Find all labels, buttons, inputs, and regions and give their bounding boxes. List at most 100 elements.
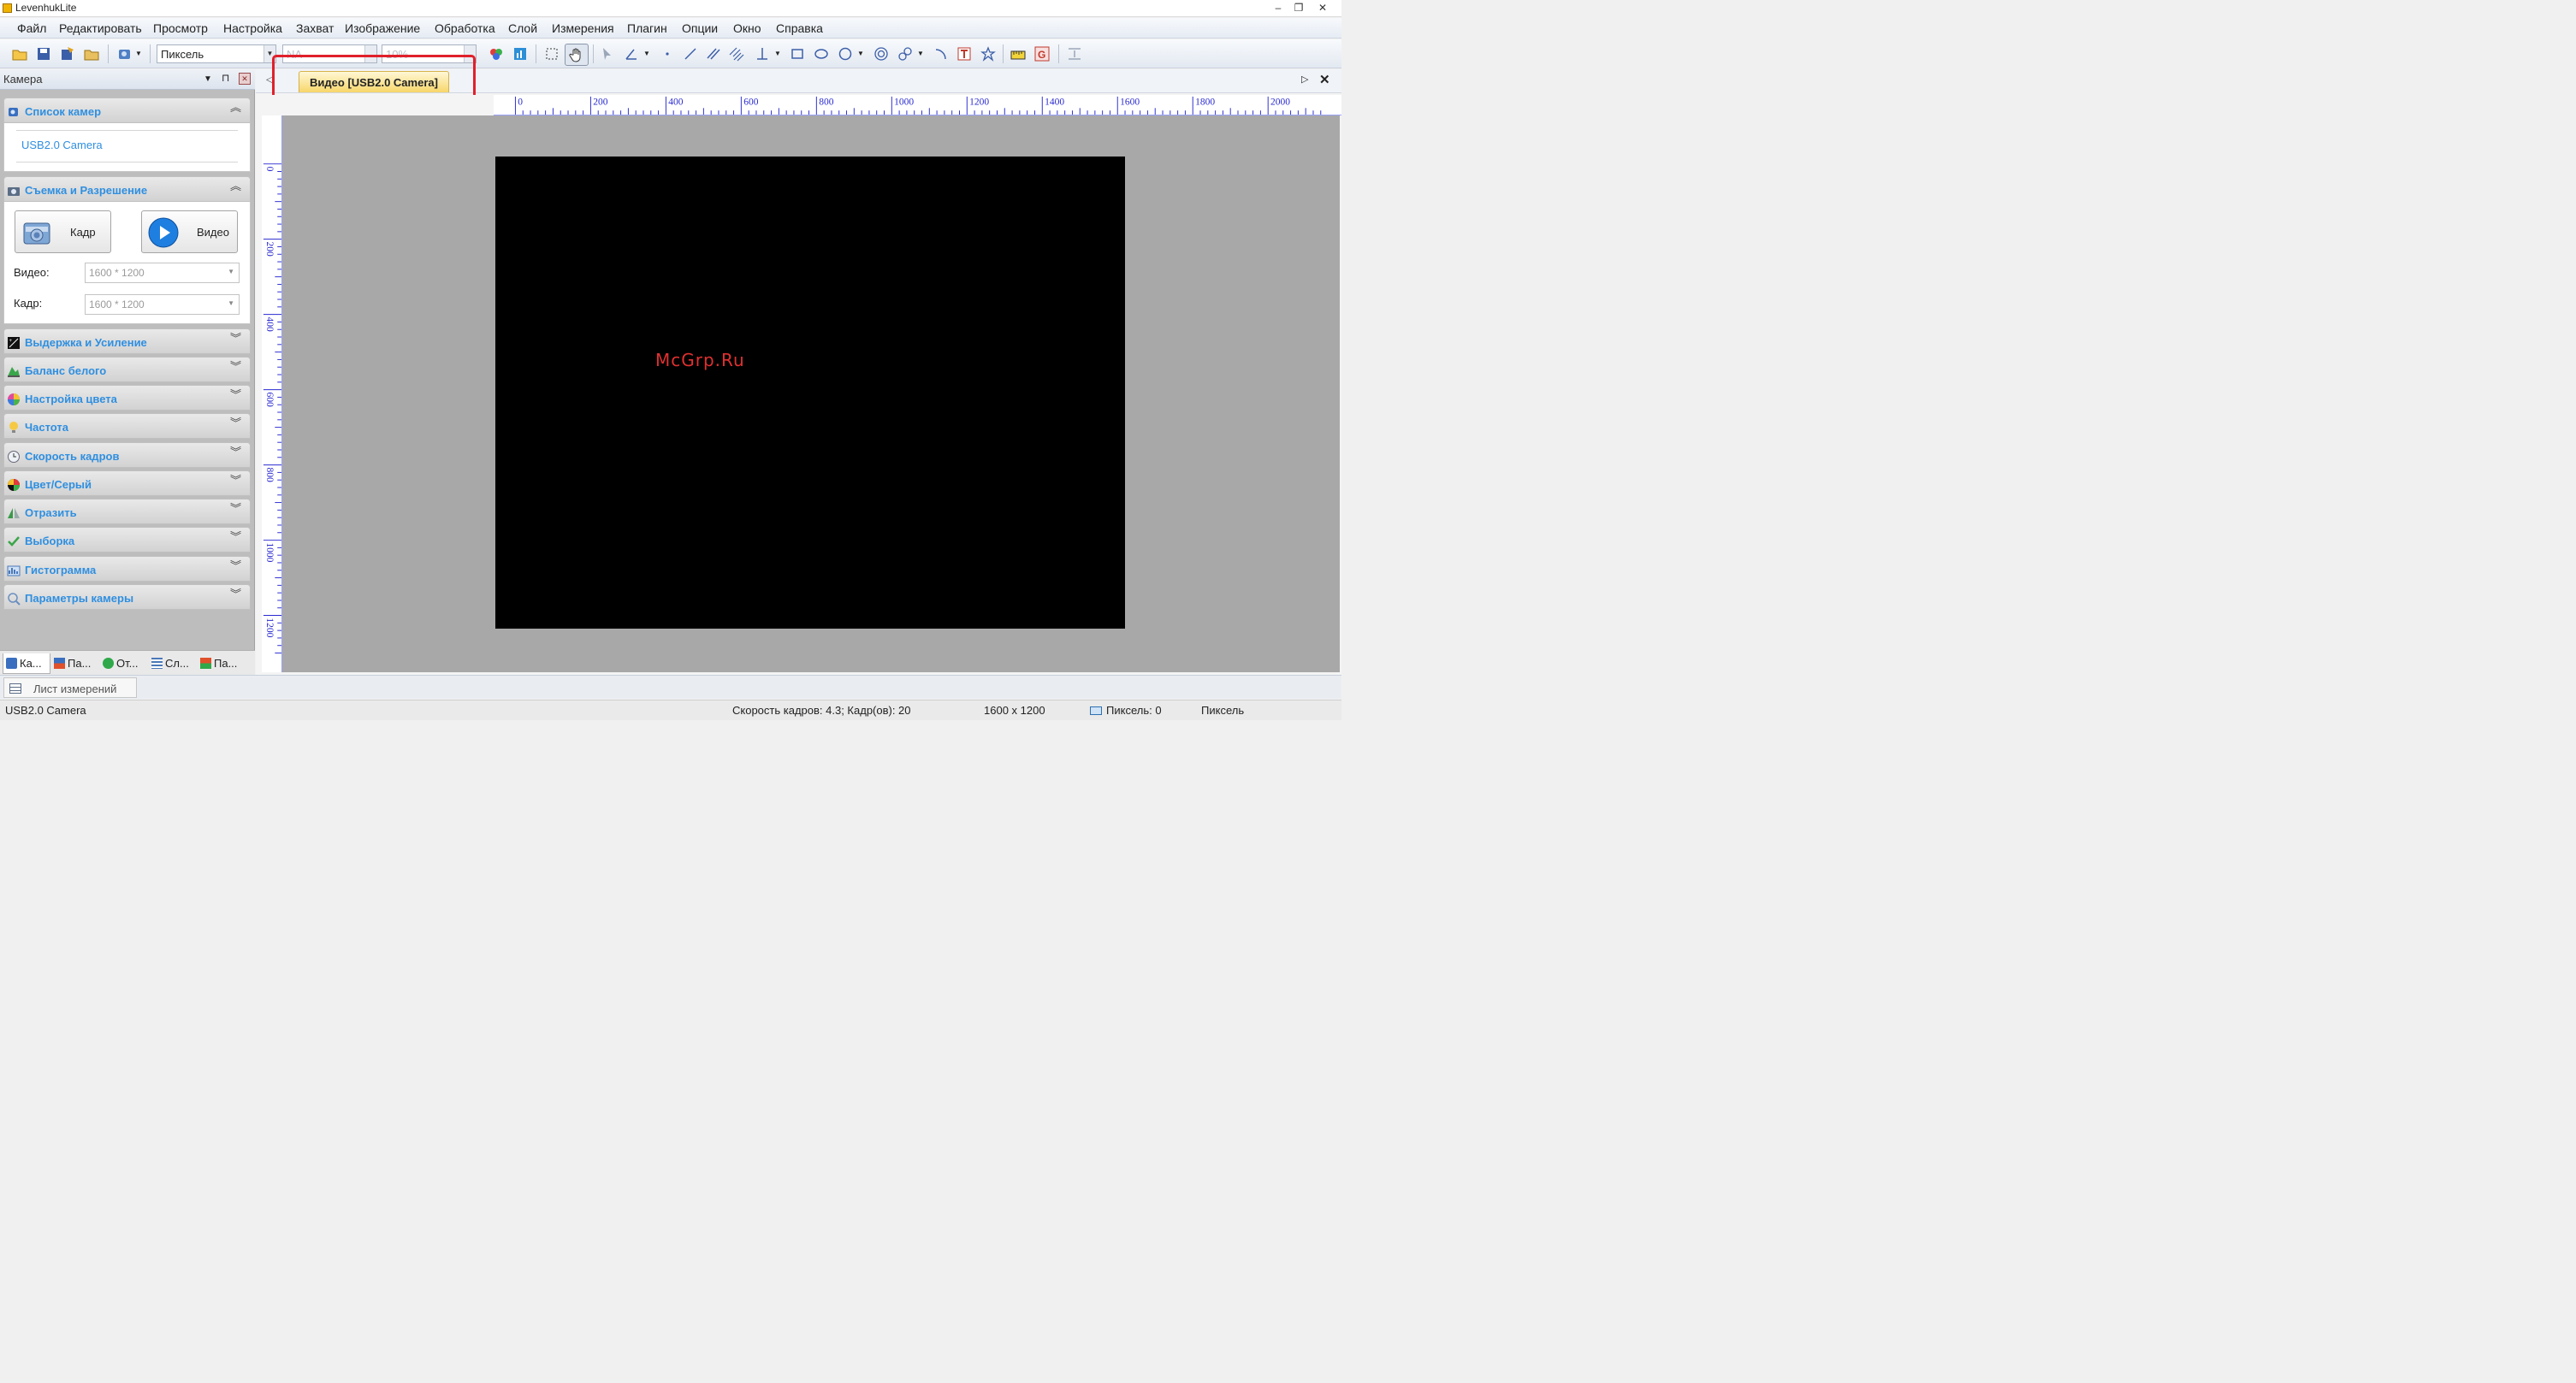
two-circles-icon[interactable] bbox=[897, 46, 913, 62]
dropdown-arrow-icon[interactable]: ▼ bbox=[135, 50, 142, 57]
browse-folder-icon[interactable] bbox=[84, 46, 99, 62]
menu-edit[interactable]: Редактировать bbox=[59, 21, 142, 35]
snap-button[interactable]: Кадр bbox=[15, 210, 111, 253]
perpendicular-icon[interactable] bbox=[755, 46, 770, 62]
chevron-down-icon[interactable]: ︾ bbox=[230, 333, 241, 344]
section-title: Список камер bbox=[25, 105, 102, 118]
tab-folders[interactable]: Па... bbox=[198, 653, 246, 674]
menu-help[interactable]: Справка bbox=[776, 21, 823, 35]
params-tab-icon bbox=[54, 658, 65, 669]
tab-params[interactable]: Па... bbox=[51, 653, 99, 674]
section-exposure-gain[interactable]: + Выдержка и Усиление ︾ bbox=[3, 328, 251, 354]
point-icon[interactable] bbox=[660, 46, 675, 62]
double-parallel-icon[interactable] bbox=[729, 46, 744, 62]
video-resolution-select[interactable]: 1600 * 1200 ▼ bbox=[85, 263, 240, 283]
scale-bar-icon[interactable] bbox=[1067, 46, 1082, 62]
open-folder-icon[interactable] bbox=[12, 46, 27, 62]
tab-reports[interactable]: От... bbox=[100, 653, 148, 674]
section-white-balance[interactable]: Баланс белого ︾ bbox=[3, 357, 251, 382]
section-color-gray[interactable]: Цвет/Серый ︾ bbox=[3, 470, 251, 496]
chevron-down-icon[interactable]: ︾ bbox=[230, 475, 241, 486]
line-icon[interactable] bbox=[683, 46, 698, 62]
dropdown-arrow-icon[interactable]: ▼ bbox=[774, 50, 781, 57]
section-color-adjust[interactable]: Настройка цвета ︾ bbox=[3, 385, 251, 411]
image-canvas[interactable]: McGrp.Ru bbox=[282, 115, 1340, 672]
calibration-icon[interactable] bbox=[1010, 46, 1026, 62]
chevron-up-icon[interactable]: ︽ bbox=[230, 102, 241, 113]
chevron-down-icon[interactable]: ︾ bbox=[230, 588, 241, 600]
menu-view[interactable]: Просмотр bbox=[153, 21, 208, 35]
frame-resolution-label: Кадр: bbox=[14, 297, 43, 310]
chevron-up-icon[interactable]: ︽ bbox=[230, 180, 241, 192]
close-document-icon[interactable]: ✕ bbox=[1319, 72, 1330, 87]
panel-menu-icon[interactable]: ▼ bbox=[204, 74, 212, 84]
ruler-label: 0 bbox=[264, 167, 275, 172]
image-info-icon[interactable] bbox=[512, 46, 528, 62]
camera-list-item[interactable]: USB2.0 Camera bbox=[21, 139, 103, 151]
batch-save-icon[interactable] bbox=[60, 46, 75, 62]
chevron-down-icon[interactable]: ︾ bbox=[230, 560, 241, 571]
unit-select[interactable]: Пиксель ▼ bbox=[157, 44, 276, 63]
menu-options[interactable]: Опции bbox=[682, 21, 718, 35]
layers-tab-icon bbox=[151, 658, 163, 669]
restore-button[interactable]: ❐ bbox=[1288, 0, 1309, 17]
menu-window[interactable]: Окно bbox=[733, 21, 761, 35]
concentric-circles-icon[interactable] bbox=[873, 46, 889, 62]
ruler-label: 200 bbox=[264, 242, 275, 257]
menu-image[interactable]: Изображение bbox=[345, 21, 420, 35]
tab-layers[interactable]: Сл... bbox=[149, 653, 197, 674]
menu-measure[interactable]: Измерения bbox=[552, 21, 614, 35]
section-capture-resolution[interactable]: Съемка и Разрешение ︽ bbox=[3, 176, 251, 202]
measurement-sheet-tab[interactable]: Лист измерений bbox=[3, 677, 137, 698]
roi-select-icon[interactable] bbox=[544, 46, 560, 62]
tab-camera[interactable]: Ка... bbox=[3, 653, 50, 674]
section-flip[interactable]: Отразить ︾ bbox=[3, 499, 251, 524]
chevron-down-icon[interactable]: ︾ bbox=[230, 531, 241, 542]
dropdown-arrow-icon[interactable]: ▼ bbox=[643, 50, 650, 57]
circle-icon[interactable] bbox=[838, 46, 853, 62]
pointer-icon[interactable] bbox=[599, 46, 614, 62]
dropdown-arrow-icon[interactable]: ▼ bbox=[857, 50, 864, 57]
toolbar: ▼ Пиксель ▼ NA 10% ▼ ▼ ▼ ▼ G bbox=[0, 39, 1341, 68]
channels-icon[interactable] bbox=[489, 46, 504, 62]
section-title: Баланс белого bbox=[25, 364, 107, 377]
arc-icon[interactable] bbox=[933, 46, 949, 62]
section-frequency[interactable]: Частота ︾ bbox=[3, 413, 251, 439]
section-sampling[interactable]: Выборка ︾ bbox=[3, 527, 251, 553]
menu-layer[interactable]: Слой bbox=[508, 21, 537, 35]
pin-icon[interactable]: ⊓ bbox=[222, 72, 229, 84]
video-button[interactable]: Видео bbox=[141, 210, 238, 253]
menu-setup[interactable]: Настройка bbox=[223, 21, 282, 35]
parallel-icon[interactable] bbox=[706, 46, 721, 62]
section-frame-rate[interactable]: Скорость кадров ︾ bbox=[3, 442, 251, 468]
text-icon[interactable] bbox=[956, 46, 972, 62]
video-preview[interactable] bbox=[495, 157, 1125, 629]
camera-select-icon[interactable] bbox=[117, 46, 133, 62]
menu-capture[interactable]: Захват bbox=[296, 21, 334, 35]
chevron-down-icon[interactable]: ︾ bbox=[230, 503, 241, 514]
polygon-icon[interactable] bbox=[980, 46, 996, 62]
scroll-right-icon[interactable]: ▷ bbox=[1301, 74, 1308, 85]
close-button[interactable]: ✕ bbox=[1312, 0, 1333, 17]
section-camera-list[interactable]: Список камер ︽ bbox=[3, 98, 251, 123]
chevron-down-icon[interactable]: ︾ bbox=[230, 417, 241, 428]
chevron-down-icon[interactable]: ︾ bbox=[230, 446, 241, 458]
grid-g-icon[interactable]: G bbox=[1034, 46, 1050, 62]
panel-close-icon[interactable]: ✕ bbox=[239, 73, 251, 85]
pan-tool-button[interactable] bbox=[565, 44, 589, 66]
save-icon[interactable] bbox=[36, 46, 51, 62]
rectangle-icon[interactable] bbox=[790, 46, 805, 62]
angle-icon[interactable] bbox=[624, 46, 639, 62]
menu-plugin[interactable]: Плагин bbox=[627, 21, 667, 35]
dropdown-arrow-icon[interactable]: ▼ bbox=[917, 50, 924, 57]
menu-process[interactable]: Обработка bbox=[435, 21, 495, 35]
minimize-button[interactable]: – bbox=[1268, 0, 1288, 17]
frame-resolution-select[interactable]: 1600 * 1200 ▼ bbox=[85, 294, 240, 315]
section-camera-params[interactable]: Параметры камеры ︾ bbox=[3, 584, 251, 610]
ellipse-icon[interactable] bbox=[814, 46, 829, 62]
histogram-icon bbox=[7, 565, 21, 576]
chevron-down-icon[interactable]: ︾ bbox=[230, 361, 241, 372]
chevron-down-icon[interactable]: ︾ bbox=[230, 389, 241, 400]
section-histogram[interactable]: Гистограмма ︾ bbox=[3, 556, 251, 582]
menu-file[interactable]: Файл bbox=[17, 21, 46, 35]
